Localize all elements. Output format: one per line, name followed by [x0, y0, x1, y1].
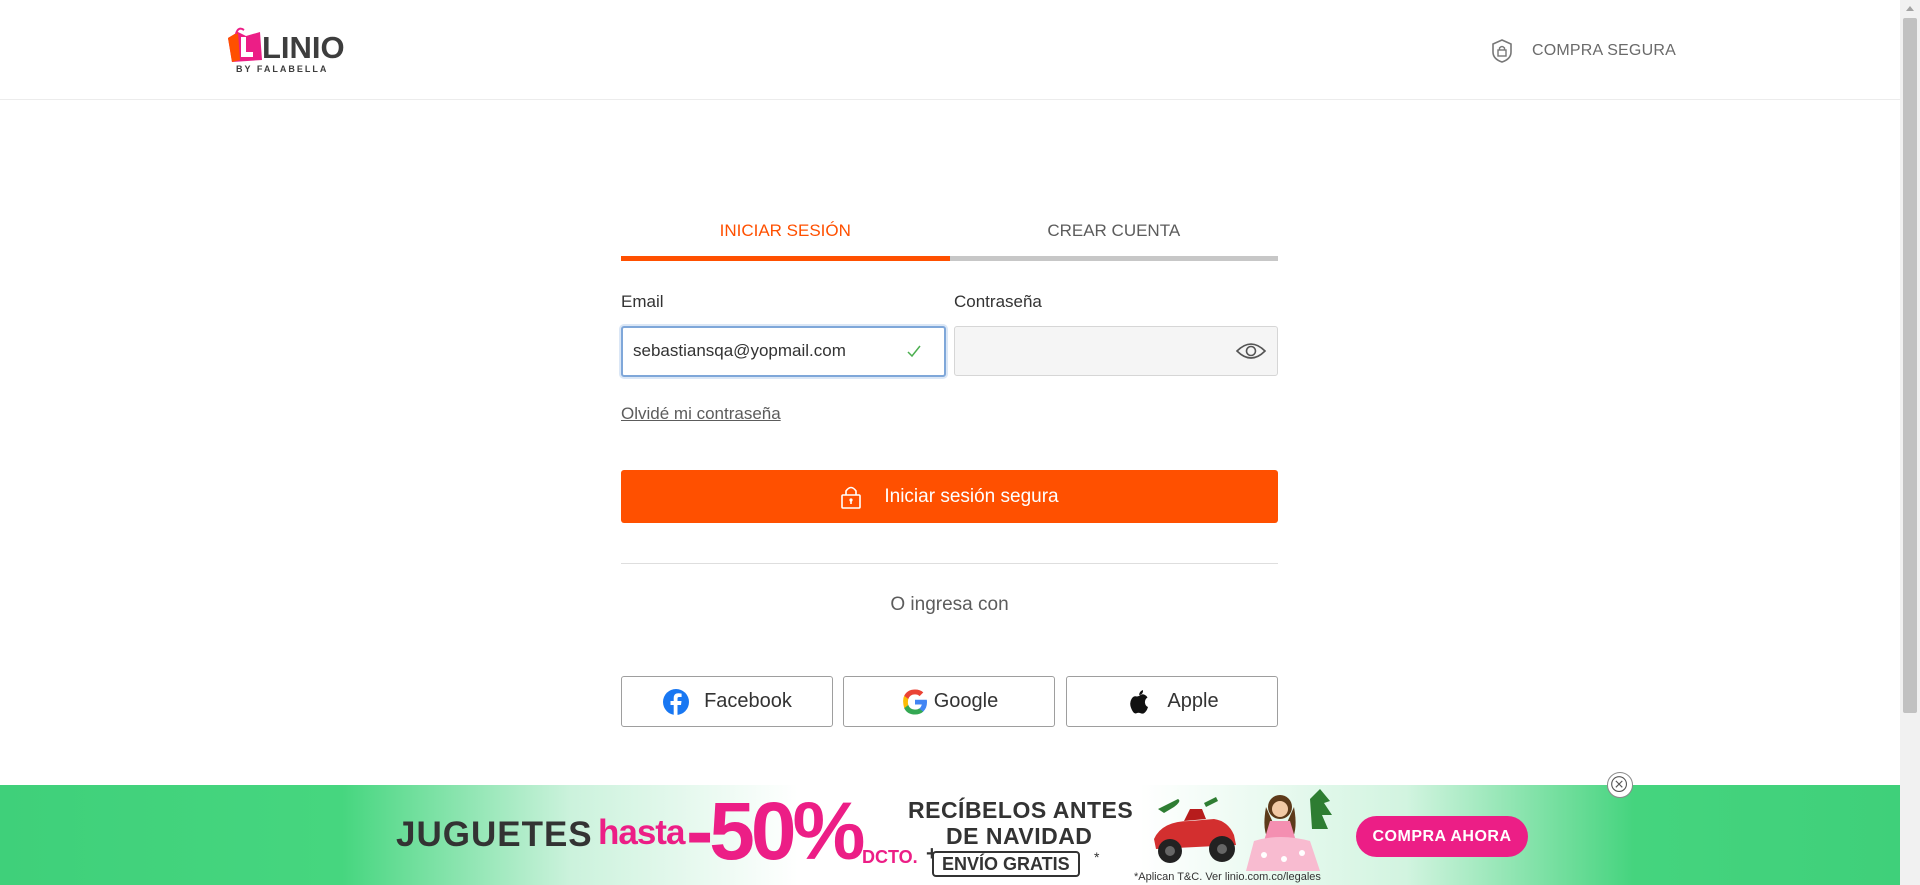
google-login-button[interactable]: Google [843, 676, 1055, 727]
google-label: Google [933, 690, 999, 712]
eye-icon[interactable] [1235, 340, 1267, 362]
banner-juguetes: JUGUETES [396, 815, 593, 854]
facebook-label: Facebook [704, 690, 792, 712]
email-label: Email [621, 292, 664, 311]
shopping-bag-logo-icon [228, 27, 262, 62]
email-field[interactable] [633, 341, 893, 361]
banner-hasta: hasta [598, 813, 685, 852]
banner-asterisk: * [1094, 849, 1100, 865]
banner-close-button[interactable] [1607, 772, 1633, 798]
tab-create-account[interactable]: CREAR CUENTA [949, 205, 1278, 261]
secure-purchase-label: COMPRA SEGURA [1532, 42, 1676, 59]
logo-subtitle: BY FALABELLA [236, 64, 329, 74]
logo-wordmark: LINIO [262, 30, 345, 65]
secure-purchase: COMPRA SEGURA [1490, 38, 1676, 64]
or-login-with-label: O ingresa con [890, 594, 1009, 615]
apple-login-button[interactable]: Apple [1066, 676, 1278, 727]
tab-login[interactable]: INICIAR SESIÓN [621, 205, 950, 261]
facebook-icon [663, 688, 690, 715]
linio-logo[interactable]: LINIO BY FALABELLA [224, 24, 345, 76]
banner-free-shipping: ENVÍO GRATIS [932, 851, 1080, 877]
scroll-up-arrow-icon[interactable] [1900, 0, 1920, 18]
scrollbar-thumb[interactable] [1903, 18, 1917, 713]
secure-login-button[interactable]: Iniciar sesión segura [621, 470, 1278, 523]
site-header: LINIO BY FALABELLA COMPRA SEGURA [0, 0, 1900, 100]
email-field-box [621, 326, 946, 377]
close-icon [1611, 776, 1628, 793]
banner-dcto: DCTO. [862, 847, 918, 867]
facebook-login-button[interactable]: Facebook [621, 676, 833, 727]
apple-icon [1130, 689, 1149, 714]
banner-buy-now-button[interactable]: COMPRA AHORA [1356, 816, 1528, 857]
promo-banner[interactable]: JUGUETES hasta -50% DCTO. RECÍBELOS ANTE… [0, 785, 1900, 885]
lock-icon [841, 486, 862, 509]
password-field[interactable] [965, 341, 1225, 361]
shield-lock-icon [1492, 39, 1512, 63]
banner-discount: -50% [686, 786, 865, 877]
google-icon [902, 689, 927, 714]
toy-car-image [1154, 797, 1236, 863]
forgot-password-link[interactable]: Olvidé mi contraseña [621, 404, 781, 424]
page-scrollbar[interactable] [1900, 0, 1920, 885]
secure-login-label: Iniciar sesión segura [884, 485, 1059, 507]
divider [621, 563, 1278, 564]
apple-label: Apple [1167, 690, 1219, 712]
banner-receive-line1: RECÍBELOS ANTES [908, 797, 1134, 823]
banner-receive-line2: DE NAVIDAD [946, 823, 1093, 849]
password-field-box [954, 326, 1278, 376]
doll-image [1246, 789, 1332, 871]
check-icon [907, 345, 921, 358]
auth-tabs: INICIAR SESIÓN CREAR CUENTA [621, 205, 1278, 261]
password-label: Contraseña [954, 292, 1042, 311]
